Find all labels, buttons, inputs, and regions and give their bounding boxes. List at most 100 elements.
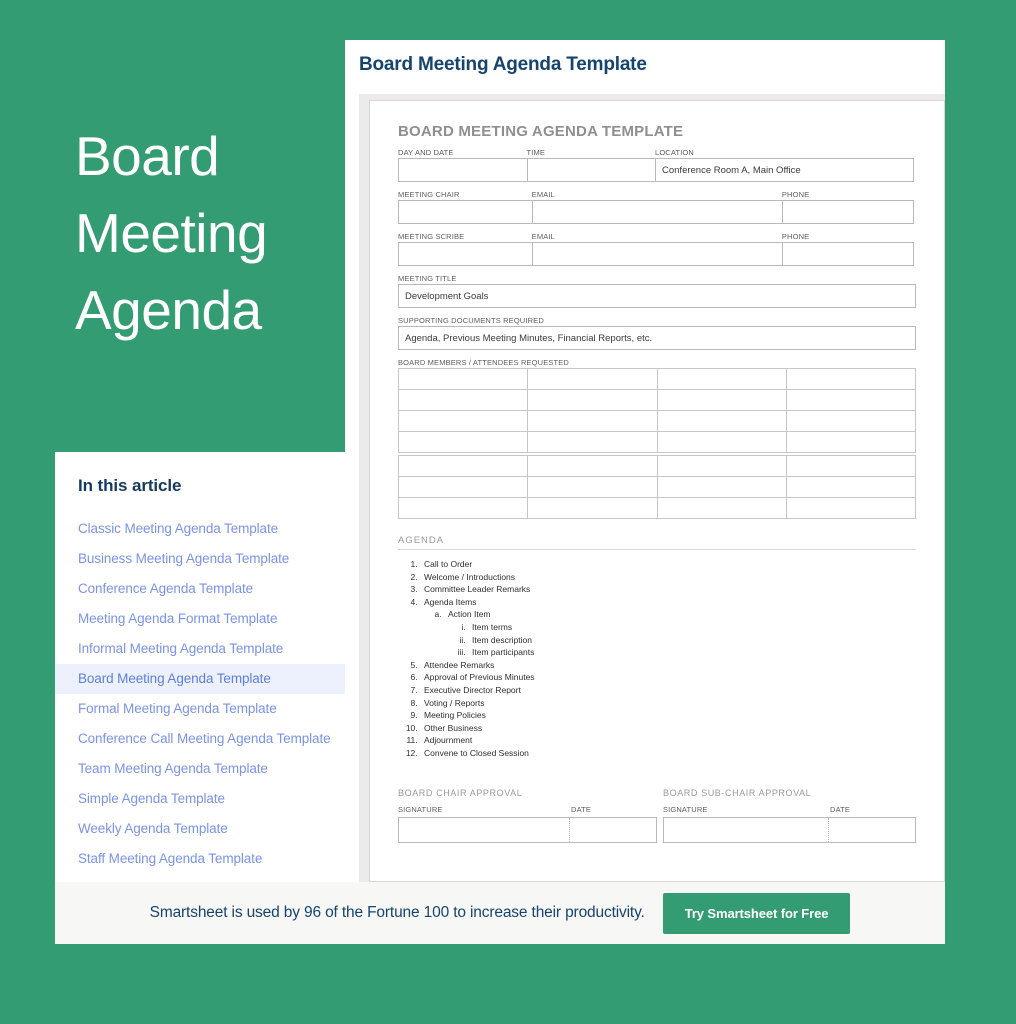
sidebar-item-1[interactable]: Business Meeting Agenda Template [55, 544, 345, 574]
meeting-chair-input[interactable] [398, 200, 533, 224]
attendee-cell[interactable] [398, 476, 529, 498]
signature-input[interactable] [399, 818, 569, 842]
hero-title: Board Meeting Agenda [75, 125, 268, 341]
agenda-subsubitem: Item participants [468, 646, 916, 659]
time-input[interactable] [526, 158, 656, 182]
footer-cta-bar: Smartsheet is used by 96 of the Fortune … [55, 882, 945, 944]
attendee-cell[interactable] [527, 455, 658, 477]
date-input[interactable] [828, 817, 915, 842]
table-row [398, 497, 916, 519]
table-row [398, 410, 916, 432]
field-label: EMAIL [531, 190, 555, 199]
agenda-subsublist: Item terms Item description Item participa… [448, 621, 916, 659]
attendee-cell[interactable] [785, 455, 916, 477]
agenda-item: Committee Leader Remarks [420, 583, 916, 596]
attendee-cell[interactable] [785, 389, 916, 411]
sidebar-item-4[interactable]: Informal Meeting Agenda Template [55, 634, 345, 664]
agenda-subsubitem-label: Item description [472, 634, 532, 645]
supporting-docs-input[interactable]: Agenda, Previous Meeting Minutes, Financ… [398, 326, 916, 350]
attendee-cell[interactable] [398, 410, 529, 432]
attendee-cell[interactable] [785, 410, 916, 432]
attendee-cell[interactable] [785, 431, 916, 453]
attendee-cell[interactable] [656, 476, 787, 498]
attendee-cell[interactable] [656, 455, 787, 477]
attendee-cell[interactable] [398, 389, 529, 411]
attendee-cell[interactable] [527, 389, 658, 411]
form-row-meeting-title: MEETING TITLE Development Goals [398, 273, 916, 308]
approval-sublabels: SIGNATURE DATE [663, 799, 916, 817]
agenda-item: Convene to Closed Session [420, 747, 916, 760]
sidebar-item-6[interactable]: Formal Meeting Agenda Template [55, 694, 345, 724]
field-label: MEETING TITLE [398, 274, 457, 283]
attendees-table[interactable] [398, 368, 916, 519]
chair-phone-input[interactable] [781, 200, 914, 224]
template-page[interactable]: BOARD MEETING AGENDA TEMPLATE DAY AND DA… [369, 100, 945, 882]
approval-input-box [663, 816, 916, 843]
agenda-item-label: Approval of Previous Minutes [424, 672, 535, 683]
signature-input[interactable] [664, 818, 828, 842]
agenda-item: Attendee Remarks [420, 659, 916, 672]
sidebar-item-2[interactable]: Conference Agenda Template [55, 574, 345, 604]
cta-text: Smartsheet is used by 96 of the Fortune … [149, 904, 645, 921]
attendee-cell[interactable] [656, 368, 787, 390]
agenda-subsubitem: Item terms [468, 621, 916, 634]
attendee-cell[interactable] [785, 476, 916, 498]
day-and-date-input[interactable] [398, 158, 528, 182]
attendee-cell[interactable] [527, 497, 658, 519]
form-row-supporting-docs: SUPPORTING DOCUMENTS REQUIRED Agenda, Pr… [398, 315, 916, 350]
agenda-item-label: Adjournment [424, 735, 473, 746]
location-input[interactable]: Conference Room A, Main Office [655, 158, 914, 182]
field-label: MEETING SCRIBE [398, 232, 465, 241]
field-location: LOCATION Conference Room A, Main Office [655, 147, 914, 182]
attendee-cell[interactable] [527, 431, 658, 453]
try-smartsheet-for-free-button[interactable]: Try Smartsheet for Free [662, 892, 851, 934]
agenda-item: Meeting Policies [420, 709, 916, 722]
attendee-cell[interactable] [398, 455, 529, 477]
sidebar-item-11[interactable]: Staff Meeting Agenda Template [55, 844, 345, 874]
attendee-cell[interactable] [398, 497, 529, 519]
sidebar-item-9[interactable]: Simple Agenda Template [55, 784, 345, 814]
field-chair-phone: PHONE [781, 189, 914, 224]
agenda-item: Approval of Previous Minutes [420, 671, 916, 684]
attendee-cell[interactable] [785, 497, 916, 519]
attendee-cell[interactable] [656, 389, 787, 411]
attendee-cell[interactable] [656, 410, 787, 432]
attendee-cell[interactable] [527, 410, 658, 432]
sidebar-item-8[interactable]: Team Meeting Agenda Template [55, 754, 345, 784]
meeting-scribe-input[interactable] [398, 242, 533, 266]
sidebar-item-3[interactable]: Meeting Agenda Format Template [55, 604, 345, 634]
agenda-item: Adjournment [420, 734, 916, 747]
field-scribe-phone: PHONE [781, 231, 914, 266]
sidebar-item-10[interactable]: Weekly Agenda Template [55, 814, 345, 844]
field-label: SUPPORTING DOCUMENTS REQUIRED [398, 316, 544, 325]
attendee-cell[interactable] [656, 431, 787, 453]
attendee-cell[interactable] [527, 368, 658, 390]
field-label: PHONE [781, 190, 810, 199]
sidebar-item-7[interactable]: Conference Call Meeting Agenda Template [55, 724, 345, 754]
agenda-item: Agenda Items Action ItemItem terms Item de… [420, 596, 916, 659]
sidebar-heading: In this article [78, 476, 182, 495]
agenda-item-label: Executive Director Report [424, 684, 521, 695]
field-supporting-docs: SUPPORTING DOCUMENTS REQUIRED Agenda, Pr… [398, 315, 916, 350]
scribe-email-input[interactable] [531, 242, 783, 266]
agenda-item-label: Meeting Policies [424, 710, 486, 721]
agenda-item-label: Other Business [424, 722, 483, 733]
agenda-item-label: Agenda Items [424, 596, 477, 607]
date-label: DATE [830, 804, 851, 814]
template-preview-frame: BOARD MEETING AGENDA TEMPLATE DAY AND DA… [359, 94, 945, 882]
scribe-phone-input[interactable] [781, 242, 914, 266]
attendee-cell[interactable] [398, 368, 529, 390]
meeting-title-input[interactable]: Development Goals [398, 284, 916, 308]
agenda-item: Call to Order [420, 558, 916, 571]
field-label: LOCATION [655, 148, 694, 157]
attendee-cell[interactable] [527, 476, 658, 498]
attendee-cell[interactable] [398, 431, 529, 453]
date-input[interactable] [569, 817, 656, 842]
field-label: TIME [526, 148, 546, 157]
sidebar-item-0[interactable]: Classic Meeting Agenda Template [55, 514, 345, 544]
chair-email-input[interactable] [531, 200, 783, 224]
sidebar-item-5[interactable]: Board Meeting Agenda Template [55, 664, 345, 694]
attendee-cell[interactable] [785, 368, 916, 390]
agenda-item-label: Welcome / Introductions [424, 571, 516, 582]
attendee-cell[interactable] [656, 497, 787, 519]
